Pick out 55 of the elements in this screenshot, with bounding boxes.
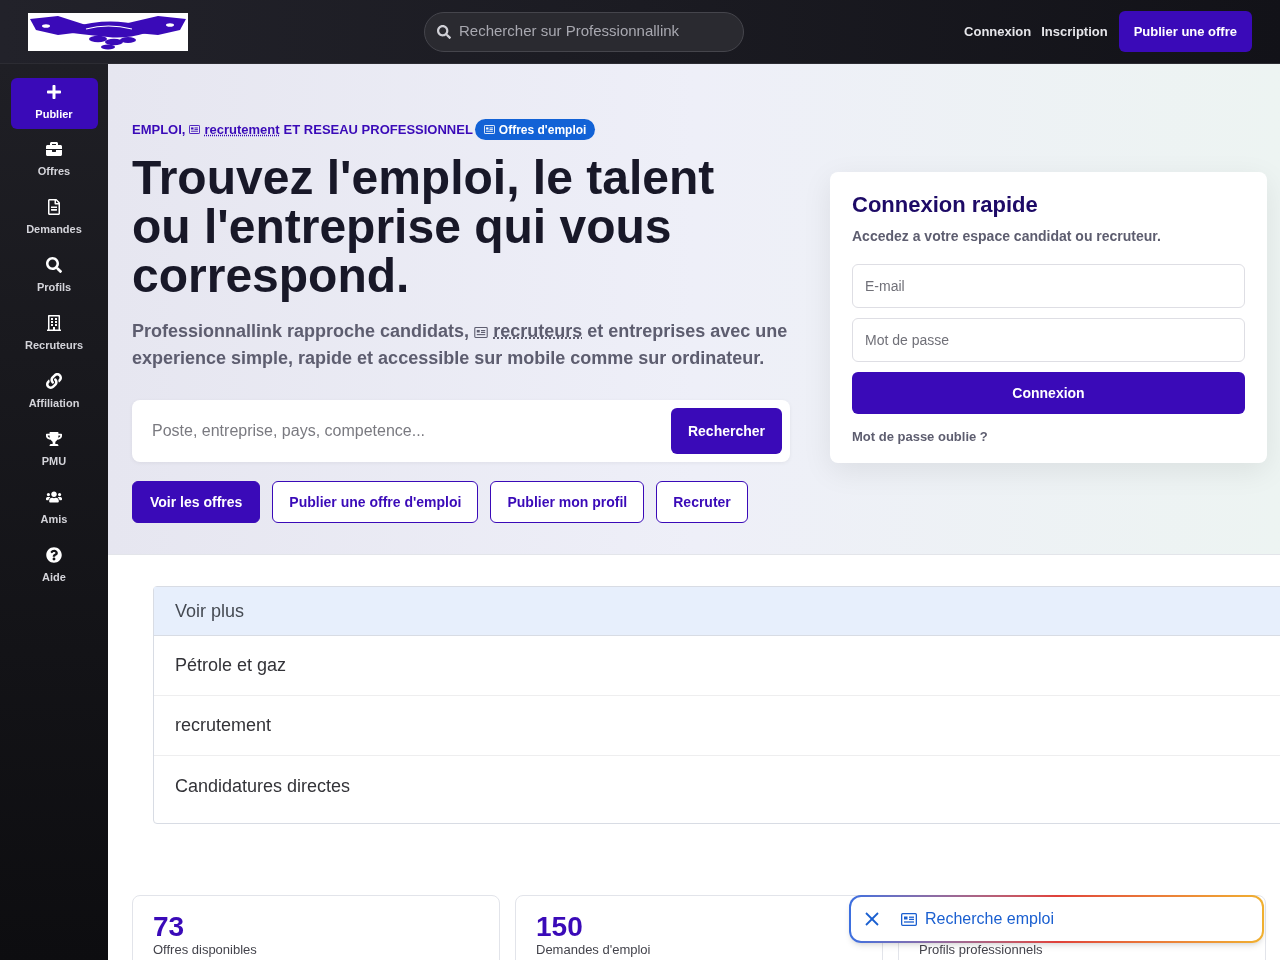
briefcase-icon bbox=[46, 140, 62, 157]
login-title: Connexion rapide bbox=[852, 192, 1039, 218]
site-search-field[interactable]: Rechercher sur Professionnallink bbox=[424, 11, 744, 52]
action-button[interactable]: Publier mon profil bbox=[490, 481, 645, 523]
help-icon bbox=[46, 546, 62, 563]
id-card-icon bbox=[901, 912, 917, 926]
more-panel-header[interactable]: Voir plus bbox=[154, 587, 1280, 636]
close-icon[interactable] bbox=[865, 912, 879, 926]
more-panel-item[interactable]: Pétrole et gaz bbox=[154, 636, 1280, 696]
recruiters-link[interactable]: recruteurs bbox=[493, 321, 583, 341]
sidebar-item[interactable]: Amis bbox=[10, 481, 98, 535]
id-card-icon bbox=[483, 125, 495, 134]
handshake-logo[interactable] bbox=[28, 12, 188, 51]
building-icon bbox=[46, 314, 62, 331]
stat-label: Profils professionnels bbox=[919, 942, 1044, 957]
trophy-icon bbox=[46, 430, 62, 447]
job-offers-badge[interactable]: Offres d'emploi bbox=[474, 119, 596, 140]
stat-label: Demandes d'emploi bbox=[536, 942, 652, 957]
login-button[interactable]: Connexion bbox=[852, 372, 1245, 414]
sidebar-item[interactable]: Demandes bbox=[10, 191, 98, 245]
document-icon bbox=[46, 198, 62, 215]
sidebar-item[interactable]: Profils bbox=[10, 249, 98, 303]
publish-offer-button[interactable]: Publier une offre bbox=[1118, 11, 1252, 52]
header-link[interactable]: Connexion bbox=[964, 21, 1032, 42]
job-search-field[interactable]: Poste, entreprise, pays, competence... bbox=[152, 400, 671, 462]
search-icon bbox=[437, 24, 451, 39]
password-field[interactable]: Mot de passe bbox=[852, 318, 1245, 362]
more-panel-item[interactable]: recrutement bbox=[154, 696, 1280, 756]
sidebar-item[interactable]: Publier bbox=[10, 78, 98, 129]
sidebar-item[interactable]: Aide bbox=[10, 539, 98, 593]
header-link[interactable]: Inscription bbox=[1041, 21, 1108, 42]
id-card-icon bbox=[474, 327, 489, 338]
sidebar-item[interactable]: PMU bbox=[10, 423, 98, 477]
search-button[interactable]: Rechercher bbox=[670, 408, 782, 454]
email-field[interactable]: E-mail bbox=[852, 264, 1245, 308]
hero-tagline: EMPLOI, recrutement ET RESEAU PROFESSIONNEL bbox=[132, 119, 473, 140]
stat-label: Offres disponibles bbox=[153, 942, 258, 957]
hero-intro: Professionnallink rapproche candidats, recruteurs et entreprises avec une experience simple, rapide et accessible sur mobile comme sur ordinateur. bbox=[132, 320, 789, 370]
more-panel-item[interactable]: Candidatures directes bbox=[154, 756, 1280, 816]
hero-title: Trouvez l'emploi, le talent ou l'entreprise qui vous correspond. bbox=[132, 153, 716, 300]
forgot-password-link[interactable]: Mot de passe oublie ? bbox=[852, 427, 988, 447]
stat-value: 150 bbox=[536, 912, 584, 942]
id-card-icon bbox=[189, 125, 201, 134]
link-icon bbox=[46, 372, 62, 389]
stat-value: 73 bbox=[153, 912, 186, 942]
action-button[interactable]: Recruter bbox=[656, 481, 748, 523]
sidebar-item[interactable]: Affiliation bbox=[10, 365, 98, 419]
plus-icon bbox=[46, 84, 62, 101]
search-icon bbox=[46, 256, 62, 273]
sidebar-item[interactable]: Recruteurs bbox=[10, 307, 98, 361]
action-button[interactable]: Publier une offre d'emploi bbox=[272, 481, 479, 523]
sidebar-item[interactable]: Offres bbox=[10, 133, 98, 187]
action-button[interactable]: Voir les offres bbox=[132, 481, 261, 523]
login-subtitle: Accedez a votre espace candidat ou recruteur. bbox=[852, 227, 1162, 246]
recruitment-link[interactable]: recrutement bbox=[204, 119, 280, 140]
